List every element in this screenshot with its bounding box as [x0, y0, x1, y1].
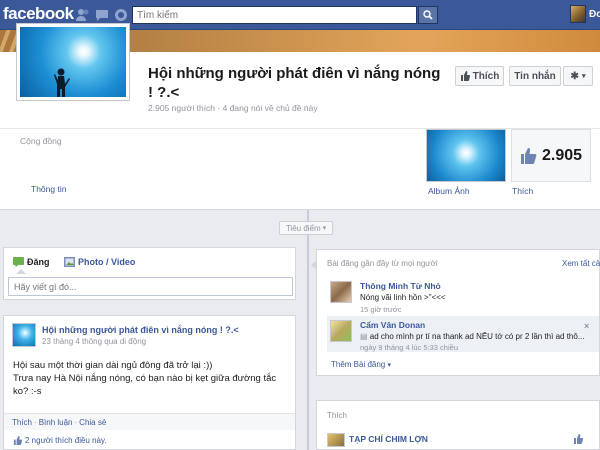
timeline-post: Hội những người phát điên vì nắng nóng !… [3, 315, 296, 450]
profile-picture[interactable] [17, 24, 129, 100]
likes-card-title: Thích [327, 411, 348, 420]
page-stats: 2.905 người thích · 4 đang nói về chủ đề… [148, 103, 318, 113]
likes-link[interactable]: Thích [512, 186, 533, 196]
post-composer: Đăng Photo / Video [3, 247, 296, 300]
thumbs-up-icon [520, 147, 537, 164]
search-field[interactable] [132, 6, 417, 24]
album-thumbnail[interactable] [426, 129, 506, 182]
message-button[interactable]: Tin nhắn [509, 66, 561, 86]
chevron-down-icon: ▾ [322, 225, 327, 232]
close-icon[interactable]: × [584, 321, 589, 331]
album-link[interactable]: Album Ảnh [428, 186, 470, 196]
post-author-link[interactable]: Cẩm Vân Donan [360, 320, 425, 330]
chevron-down-icon: ▾ [581, 73, 586, 80]
settings-dropdown-button[interactable]: ✱ ▾ [563, 66, 593, 86]
post-author-link[interactable]: Hội những người phát điên vì nắng nóng !… [42, 325, 239, 335]
friend-requests-icon[interactable] [75, 7, 91, 23]
chevron-down-icon: ▾ [387, 362, 392, 369]
highlights-label: Tiêu điểm [285, 223, 321, 233]
post-actions-bar: Thích · Bình luận · Chia sẻ [4, 413, 295, 430]
photo-icon [64, 257, 75, 267]
status-input[interactable] [8, 277, 293, 296]
recent-post-text: ▤ ad cho mình pr tí na thank ad NẾU tớ c… [360, 332, 585, 341]
post-likes-text: 2 người thích điều này. [25, 436, 107, 445]
post-share-link[interactable]: Chia sẻ [79, 418, 106, 427]
recent-posts-box: Bài đăng gần đây từ mọi người Xem tất cả… [311, 249, 600, 376]
page-title: Hội những người phát điên vì nắng nóng !… [148, 65, 441, 101]
user-name-link[interactable]: Đo [589, 9, 600, 20]
liked-page-thumbnail[interactable] [327, 433, 345, 447]
like-page-button[interactable]: Thích [455, 66, 504, 86]
notifications-icon[interactable] [113, 7, 129, 23]
post-author-avatar[interactable] [330, 320, 352, 342]
message-button-label: Tin nhắn [514, 70, 556, 82]
post-body-line: Hội sau một thời gian dài ngủ đông đã tr… [13, 360, 213, 371]
thumbs-up-icon [460, 71, 470, 81]
thumbs-up-icon [13, 436, 22, 445]
post-comment-link[interactable]: Bình luận [39, 418, 73, 427]
post-body-line: Trưa nay Hà Nội nắng nóng, có bạn nào bị… [13, 373, 277, 397]
search-icon [423, 10, 433, 20]
tab-status-label: Đăng [27, 257, 50, 267]
status-icon [13, 257, 24, 267]
recent-post-text: Nóng vãi linh hồn >"<<< [360, 293, 446, 302]
search-input[interactable] [133, 7, 416, 23]
recent-post-timestamp[interactable]: ngày 9 tháng 4 lúc 5:33 chiều [360, 343, 458, 352]
user-avatar[interactable] [570, 5, 586, 23]
highlights-dropdown[interactable]: Tiêu điểm ▾ [279, 221, 333, 235]
about-link[interactable]: Thông tin [31, 184, 66, 194]
likes-count: 2.905 [541, 146, 583, 164]
liked-page-link[interactable]: TẠP CHÍ CHIM LỢN [349, 434, 428, 444]
likes-card: Thích TẠP CHÍ CHIM LỢN [316, 400, 600, 450]
page-header: Hội những người phát điên vì nắng nóng !… [0, 24, 600, 210]
messages-icon[interactable] [94, 7, 110, 23]
post-author-link[interactable]: Thông Minh Từ Nhỏ [360, 281, 441, 291]
tab-photo-label: Photo / Video [78, 257, 136, 267]
post-likes-summary[interactable]: 2 người thích điều này. [13, 436, 107, 445]
page-category: Cộng đồng [20, 136, 62, 146]
timeline-spine [307, 210, 309, 450]
tab-photo-video[interactable]: Photo / Video [64, 257, 135, 267]
search-button[interactable] [418, 6, 438, 24]
see-all-link[interactable]: Xem tất cả [562, 259, 600, 268]
recent-post-timestamp[interactable]: 15 giờ trước [360, 305, 402, 314]
post-body: Hội sau một thời gian dài ngủ đông đã tr… [13, 359, 293, 398]
post-author-avatar[interactable] [12, 323, 36, 347]
like-page-button-label: Thích [472, 70, 500, 82]
post-timestamp[interactable]: 23 tháng 4 thông qua di động [42, 337, 146, 346]
post-author-avatar[interactable] [330, 281, 352, 303]
post-like-link[interactable]: Thích [12, 418, 32, 427]
gear-icon: ✱ [570, 70, 579, 82]
more-posts-link[interactable]: Thêm Bài đăng ▾ [331, 360, 391, 369]
likes-count-box[interactable]: 2.905 [511, 129, 591, 182]
person-silhouette-image [54, 68, 70, 97]
header-divider [0, 128, 600, 129]
document-icon: ▤ [360, 332, 370, 341]
facebook-logo[interactable]: facebook [3, 4, 74, 24]
tab-status[interactable]: Đăng [13, 257, 50, 267]
thumbs-up-icon[interactable] [573, 434, 584, 447]
recent-posts-title: Bài đăng gần đây từ mọi người [327, 259, 438, 268]
